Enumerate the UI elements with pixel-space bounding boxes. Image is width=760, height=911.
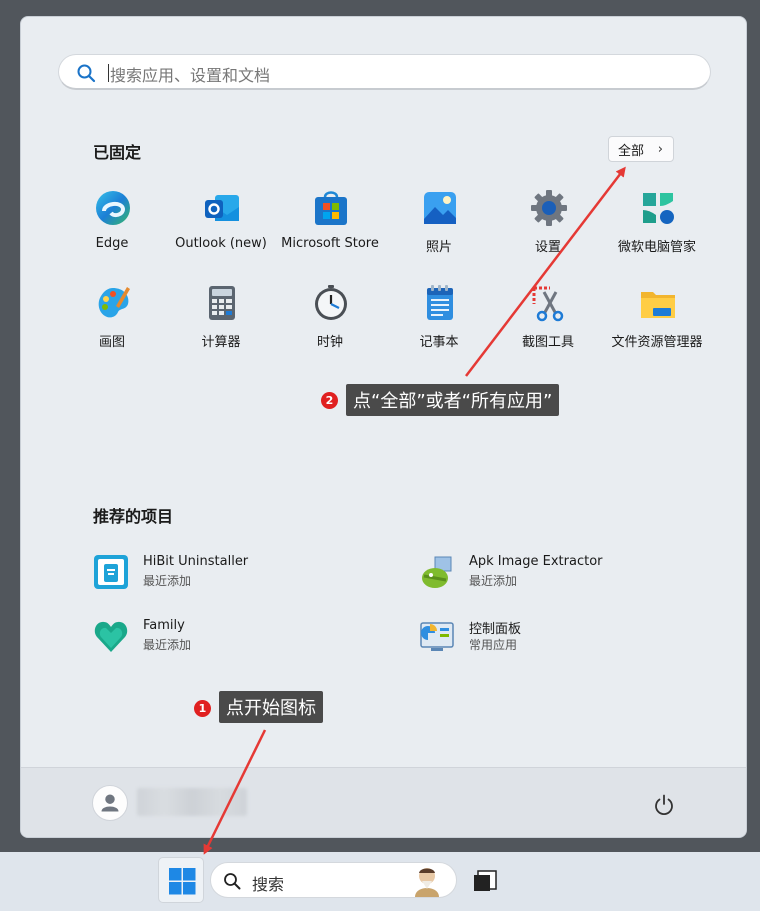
user-avatar-icon[interactable] [92,785,128,821]
blurred-username [137,788,247,816]
edge-icon [96,191,130,225]
app-label: Microsoft Store [281,236,379,251]
pinned-app-notepad[interactable]: 记事本 [385,284,493,364]
recommended-title: 推荐的项目 [93,507,174,526]
app-label: 画图 [98,335,125,350]
app-label: 照片 [425,240,452,255]
pinned-title: 已固定 [93,143,142,162]
calculator-icon [209,286,235,320]
pc-manager-icon [643,193,674,224]
pinned-app-snipping-tool[interactable]: 截图工具 [494,284,602,364]
search-placeholder: 搜索应用、设置和文档 [110,66,271,85]
recommended-item-family[interactable]: Family 最近添加 [93,618,373,668]
all-apps-button[interactable]: 全部 › [608,136,674,162]
start-button[interactable] [158,857,204,903]
outlook-icon [205,195,239,221]
start-menu: 搜索应用、设置和文档 已固定 全部 › Edge Outlook (new) M… [20,16,747,838]
recommended-name: HiBit Uninstaller [143,554,249,569]
app-label: Edge [95,236,129,251]
app-label: 截图工具 [521,335,574,350]
control-panel-icon [420,622,454,651]
step-tooltip-1: 点开始图标 [219,691,323,723]
pinned-app-store[interactable]: Microsoft Store [276,189,384,269]
windows-logo-icon [169,868,196,895]
taskbar: 搜索 [0,852,760,911]
user-bar [21,767,746,837]
pinned-app-photos[interactable]: 照片 [385,189,493,269]
pinned-app-clock[interactable]: 时钟 [276,284,384,364]
search-icon [224,873,241,890]
taskbar-search-label: 搜索 [252,875,285,894]
text-caret [108,64,109,82]
pinned-app-outlook[interactable]: Outlook (new) [167,189,275,269]
app-label: Outlook (new) [175,236,267,251]
step-badge-1: 1 [194,700,211,717]
file-explorer-icon [641,292,675,318]
recommended-name: Apk Image Extractor [469,554,603,569]
pinned-app-calculator[interactable]: 计算器 [167,284,275,364]
hibit-uninstaller-icon [94,555,128,589]
clock-icon [315,285,347,320]
step-tooltip-2: 点“全部”或者“所有应用” [346,384,560,416]
recommended-item-control-panel[interactable]: 控制面板 常用应用 [419,618,699,668]
power-icon[interactable] [652,793,676,817]
app-label: 记事本 [419,335,459,350]
pinned-app-settings[interactable]: 设置 [494,189,602,269]
all-apps-label: 全部 [618,143,645,159]
recommended-sub: 常用应用 [469,638,518,652]
pinned-app-edge[interactable]: Edge [58,189,166,269]
app-label: 计算器 [201,335,241,350]
step-badge-2: 2 [321,392,338,409]
recommended-name: Family [143,618,185,633]
recommended-name: 控制面板 [469,622,522,637]
task-view-icon[interactable] [472,867,498,893]
recommended-sub: 最近添加 [469,574,518,588]
taskbar-search[interactable]: 搜索 [210,862,457,898]
chevron-right-icon: › [657,142,663,157]
notepad-icon [427,285,453,320]
paint-icon [98,287,130,318]
search-icon [77,64,96,83]
search-highlight-icon [415,868,439,897]
settings-icon [531,190,567,226]
recommended-item-hibit[interactable]: HiBit Uninstaller 最近添加 [93,554,373,604]
store-icon [315,191,347,225]
family-icon [94,621,128,652]
apk-extractor-icon [422,556,452,588]
app-label: 文件资源管理器 [611,335,703,350]
recommended-item-apk-extractor[interactable]: Apk Image Extractor 最近添加 [419,554,699,604]
search-box[interactable]: 搜索应用、设置和文档 [58,54,711,90]
snipping-tool-icon [532,286,564,322]
recommended-sub: 最近添加 [143,574,192,588]
pinned-app-pc-manager[interactable]: 微软电脑管家 [603,189,711,269]
photos-icon [424,192,456,224]
recommended-sub: 最近添加 [143,638,192,652]
app-label: 设置 [534,240,561,255]
pinned-app-file-explorer[interactable]: 文件资源管理器 [603,284,711,364]
app-label: 微软电脑管家 [617,240,696,255]
pinned-app-paint[interactable]: 画图 [58,284,166,364]
app-label: 时钟 [316,335,343,350]
